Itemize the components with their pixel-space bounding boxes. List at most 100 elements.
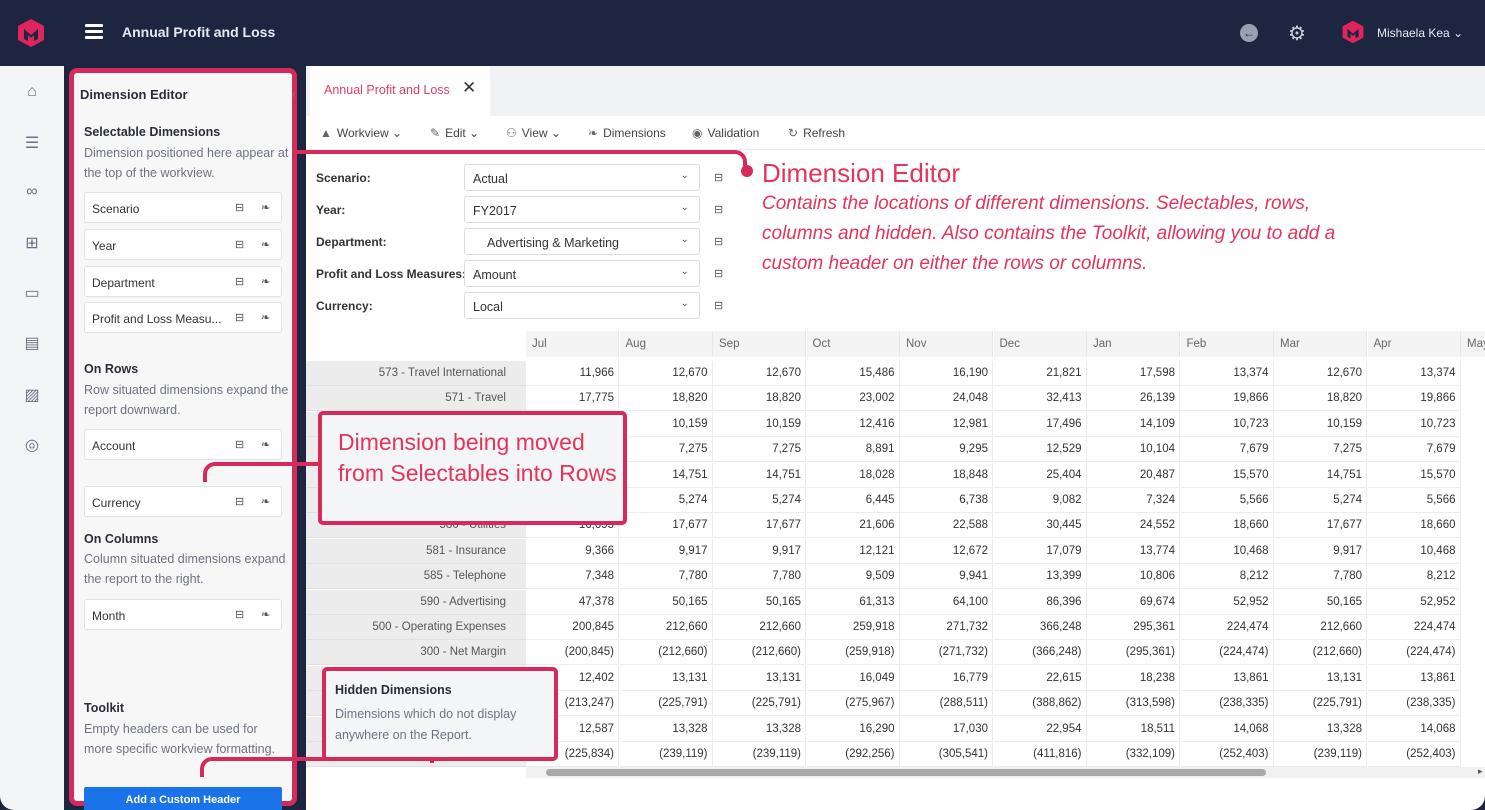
table-cell[interactable]: (224,474) — [1367, 640, 1461, 666]
table-cell[interactable]: (212,660) — [713, 640, 806, 666]
column-header[interactable]: Nov — [900, 331, 993, 357]
table-cell[interactable]: 12,981 — [900, 411, 993, 437]
table-cell[interactable]: 17,030 — [900, 716, 993, 742]
table-cell[interactable]: 19,866 — [1367, 386, 1461, 412]
table-cell[interactable]: 13,374 — [1180, 361, 1274, 386]
table-cell[interactable]: 12,670 — [619, 361, 713, 386]
table-cell[interactable]: (313,598) — [1087, 691, 1180, 717]
table-cell[interactable]: 12,529 — [993, 437, 1087, 463]
table-cell[interactable]: 10,468 — [1367, 538, 1461, 564]
table-cell[interactable]: (239,119) — [619, 742, 713, 767]
table-cell[interactable]: 16,190 — [900, 361, 993, 386]
table-cell[interactable]: 14,751 — [713, 462, 806, 488]
table-cell[interactable]: 212,660 — [713, 615, 806, 640]
table-cell[interactable]: 17,079 — [993, 538, 1087, 564]
table-cell[interactable]: (239,119) — [1274, 742, 1367, 767]
back-icon[interactable]: ← — [1240, 24, 1258, 42]
table-cell[interactable]: 11,966 — [526, 361, 619, 386]
table-cell[interactable]: 7,275 — [713, 437, 806, 463]
scroll-right-arrow-icon[interactable]: ▸ — [1478, 766, 1483, 777]
table-cell[interactable]: 18,660 — [1180, 513, 1274, 539]
table-cell[interactable]: 18,511 — [1087, 716, 1180, 742]
table-cell[interactable]: (225,791) — [713, 691, 806, 717]
close-icon[interactable]: ✕ — [462, 78, 476, 98]
table-cell[interactable]: 7,348 — [526, 564, 619, 590]
table-cell[interactable]: 17,775 — [526, 386, 619, 412]
table-cell[interactable]: 23,002 — [806, 386, 900, 412]
row-label[interactable]: 500 - Operating Expenses — [306, 615, 526, 640]
table-cell[interactable]: 13,131 — [619, 665, 713, 691]
hierarchy-icon[interactable]: ⊟ — [235, 438, 244, 451]
dimensions-button[interactable]: ❧ Dimensions — [588, 126, 666, 140]
dimension-card-currency[interactable]: Currency ⊟ ❧ — [84, 486, 282, 517]
dimension-card-month[interactable]: Month ⊟ ❧ — [84, 599, 282, 630]
table-cell[interactable]: 18,660 — [1367, 513, 1461, 539]
table-cell[interactable]: 17,677 — [619, 513, 713, 539]
table-cell[interactable]: 19,866 — [1180, 386, 1274, 412]
table-cell[interactable]: (259,918) — [806, 640, 900, 666]
table-cell[interactable]: 18,820 — [619, 386, 713, 412]
table-cell[interactable]: 9,917 — [1274, 538, 1367, 564]
table-cell[interactable]: 295,361 — [1087, 615, 1180, 640]
table-cell[interactable]: (212,660) — [1274, 640, 1367, 666]
table-cell[interactable]: 13,399 — [993, 564, 1087, 590]
row-label[interactable]: 573 - Travel International — [306, 361, 526, 386]
table-cell[interactable]: 18,820 — [713, 386, 806, 412]
refresh-button[interactable]: ↻ Refresh — [788, 126, 845, 140]
table-cell[interactable]: 6,445 — [806, 488, 900, 513]
hierarchy-icon[interactable]: ⊟ — [235, 275, 244, 288]
app-logo[interactable] — [16, 18, 46, 48]
table-cell[interactable]: 259,918 — [806, 615, 900, 640]
column-header[interactable]: Sep — [713, 331, 806, 357]
table-cell[interactable]: 14,751 — [1274, 462, 1367, 488]
table-cell[interactable]: 7,679 — [1367, 437, 1461, 463]
table-cell[interactable]: 9,082 — [993, 488, 1087, 513]
hierarchy-icon[interactable]: ⊟ — [235, 495, 244, 508]
table-cell[interactable]: 21,606 — [806, 513, 900, 539]
table-cell[interactable]: 24,048 — [900, 386, 993, 412]
dimension-card-department[interactable]: Department ⊟ ❧ — [84, 266, 282, 297]
hierarchy-icon[interactable]: ⊟ — [714, 235, 723, 248]
table-cell[interactable]: 15,486 — [806, 361, 900, 386]
table-cell[interactable]: 21,821 — [993, 361, 1087, 386]
table-cell[interactable]: 212,660 — [619, 615, 713, 640]
hierarchy-icon[interactable]: ⊟ — [235, 201, 244, 214]
table-cell[interactable]: (200,845) — [526, 640, 619, 666]
table-cell[interactable]: (225,791) — [1274, 691, 1367, 717]
table-cell[interactable]: (366,248) — [993, 640, 1087, 666]
table-cell[interactable]: 13,328 — [1274, 716, 1367, 742]
table-cell[interactable]: 10,104 — [1087, 437, 1180, 463]
table-cell[interactable]: (275,967) — [806, 691, 900, 717]
table-cell[interactable]: (238,335) — [1367, 691, 1461, 717]
edit-menu[interactable]: ✎ Edit ⌄ — [430, 126, 479, 140]
table-cell[interactable]: 13,861 — [1367, 665, 1461, 691]
table-cell[interactable]: (239,119) — [713, 742, 806, 767]
table-cell[interactable]: (388,862) — [993, 691, 1087, 717]
table-cell[interactable]: 12,672 — [900, 538, 993, 564]
table-cell[interactable]: 13,131 — [713, 665, 806, 691]
table-cell[interactable]: 22,588 — [900, 513, 993, 539]
table-cell[interactable]: 15,570 — [1367, 462, 1461, 488]
table-cell[interactable]: 10,159 — [713, 411, 806, 437]
table-cell[interactable]: (305,541) — [900, 742, 993, 767]
column-header[interactable]: Jan — [1087, 331, 1180, 357]
chat-icon[interactable]: ▨ — [22, 386, 42, 406]
validation-button[interactable]: ◉ Validation — [692, 126, 759, 140]
table-cell[interactable]: 6,738 — [900, 488, 993, 513]
table-cell[interactable]: 7,679 — [1180, 437, 1274, 463]
table-cell[interactable]: (411,816) — [993, 742, 1087, 767]
table-cell[interactable]: 9,917 — [619, 538, 713, 564]
table-cell[interactable]: (225,791) — [619, 691, 713, 717]
table-cell[interactable]: 52,952 — [1180, 589, 1274, 615]
sitemap-icon[interactable]: ⊞ — [22, 234, 42, 254]
table-cell[interactable]: 32,413 — [993, 386, 1087, 412]
table-cell[interactable]: 10,468 — [1180, 538, 1274, 564]
table-cell[interactable]: 13,328 — [619, 716, 713, 742]
table-cell[interactable]: 366,248 — [993, 615, 1087, 640]
table-cell[interactable]: 200,845 — [526, 615, 619, 640]
collapse-arrow-icon[interactable]: ‹ — [292, 89, 295, 100]
table-cell[interactable]: 9,366 — [526, 538, 619, 564]
table-cell[interactable]: 10,159 — [1274, 411, 1367, 437]
hierarchy-icon[interactable]: ⊟ — [714, 299, 723, 312]
leaf-icon[interactable]: ❧ — [261, 495, 270, 508]
